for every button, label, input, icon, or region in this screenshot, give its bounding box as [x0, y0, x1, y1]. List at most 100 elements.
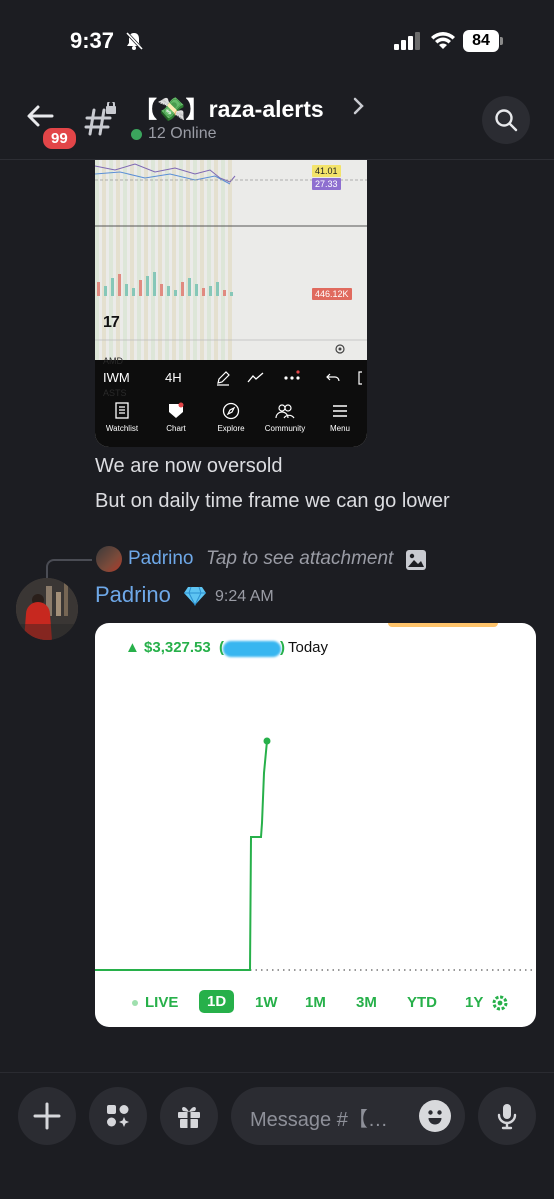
- background-stripe: [179, 160, 183, 360]
- search-icon: [495, 109, 518, 132]
- range-1w[interactable]: 1W: [255, 994, 278, 1011]
- gem-icon: [184, 586, 206, 606]
- settings-gear-icon[interactable]: [491, 994, 509, 1012]
- tab-label: Watchlist: [105, 424, 139, 433]
- clock: 9:37: [70, 28, 115, 53]
- online-status-dot: [131, 129, 142, 140]
- message-input[interactable]: Message #【…: [231, 1087, 465, 1145]
- wifi-icon: [431, 32, 455, 49]
- message-text: We are now oversold: [95, 455, 283, 477]
- portfolio-screenshot[interactable]: ▲ $3,327.53 ( ) Today LIVE 1D 1W 1M 3M Y…: [95, 623, 536, 1027]
- tab-menu[interactable]: Menu: [313, 402, 367, 433]
- battery-level: 84: [463, 30, 499, 52]
- volume-bar: [209, 286, 212, 296]
- volume-bar: [153, 272, 156, 296]
- tradingview-screenshot[interactable]: 41.01 27.33 446.12K 17 AMD ASTS IWM 4H W…: [95, 160, 367, 447]
- volume-bar: [160, 284, 163, 296]
- channel-name[interactable]: 【💸】raza-alerts: [134, 90, 324, 124]
- drawing-tool-icon[interactable]: [247, 370, 265, 386]
- compass-icon: [222, 402, 240, 420]
- add-attachment-button[interactable]: [18, 1087, 76, 1145]
- hidden-ticker: ASTS: [103, 388, 127, 398]
- background-stripe: [144, 160, 148, 360]
- battery-tip: [500, 37, 503, 45]
- tradingview-tabbar: Watchlist Chart Explore Community Menu: [95, 398, 367, 447]
- background-stripe: [137, 160, 141, 360]
- volume-bar: [132, 288, 135, 296]
- settings-gear-icon[interactable]: [334, 343, 346, 355]
- reply-preview[interactable]: Tap to see attachment: [206, 548, 393, 570]
- plus-icon: [33, 1102, 61, 1130]
- volume-bar: [118, 274, 121, 296]
- volume-bar: [174, 290, 177, 296]
- volume-bar: [188, 278, 191, 296]
- gain-amount: ▲ $3,327.53: [125, 639, 211, 656]
- background-stripe: [151, 160, 155, 360]
- avatar-photo: [16, 578, 78, 640]
- pencil-icon[interactable]: [215, 370, 231, 386]
- search-button[interactable]: [482, 96, 530, 144]
- community-icon: [275, 404, 295, 419]
- undo-icon[interactable]: [326, 370, 340, 386]
- tab-watchlist[interactable]: Watchlist: [95, 402, 149, 433]
- tradingview-toolbar: AMD ASTS IWM 4H: [95, 356, 367, 398]
- range-live[interactable]: LIVE: [145, 994, 178, 1011]
- voice-message-button[interactable]: [478, 1087, 536, 1145]
- interval-button[interactable]: 4H: [165, 370, 182, 385]
- locked-channel-icon: [84, 102, 116, 136]
- tab-chart[interactable]: Chart: [149, 402, 203, 433]
- range-1y[interactable]: 1Y: [465, 994, 483, 1011]
- volume-bar: [125, 284, 128, 296]
- background-stripe: [200, 160, 204, 360]
- background-stripe: [221, 160, 225, 360]
- background-stripe: [158, 160, 162, 360]
- microphone-icon: [497, 1104, 517, 1130]
- volume-bar: [146, 276, 149, 296]
- chevron-right-icon[interactable]: [352, 96, 366, 116]
- range-1d[interactable]: 1D: [199, 990, 235, 1013]
- channel-header: 99 【💸】raza-alerts 12 Online: [0, 80, 554, 160]
- tradingview-chart: [95, 160, 367, 360]
- timestamp: 9:24 AM: [215, 588, 274, 605]
- tab-label: Community: [264, 424, 306, 433]
- reply-avatar[interactable]: [96, 546, 122, 572]
- background-stripe: [214, 160, 218, 360]
- emoji-button[interactable]: [419, 1100, 451, 1132]
- range-ytd[interactable]: YTD: [407, 994, 437, 1011]
- volume-bar: [216, 282, 219, 296]
- apps-icon: [107, 1105, 129, 1127]
- background-stripe: [123, 160, 127, 360]
- author-name[interactable]: Padrino: [95, 582, 171, 608]
- range-3m[interactable]: 3M: [356, 994, 377, 1011]
- more-icon[interactable]: [283, 370, 301, 386]
- tab-community[interactable]: Community: [258, 402, 312, 433]
- fullscreen-icon[interactable]: [358, 370, 367, 386]
- range-1m[interactable]: 1M: [305, 994, 326, 1011]
- background-stripe: [186, 160, 190, 360]
- reply-author[interactable]: Padrino: [128, 548, 194, 570]
- background-stripe: [193, 160, 197, 360]
- symbol-button[interactable]: IWM: [103, 370, 130, 385]
- tab-explore[interactable]: Explore: [204, 402, 258, 433]
- apps-button[interactable]: [89, 1087, 147, 1145]
- paren: ): [280, 639, 285, 656]
- price-label-purple: 27.33: [312, 178, 341, 190]
- tradingview-logo: 17: [103, 314, 120, 331]
- volume-bar: [167, 286, 170, 296]
- redacted-percentage: [223, 641, 281, 657]
- avatar[interactable]: [16, 578, 78, 640]
- background-stripe: [95, 160, 99, 360]
- volume-label: 446.12K: [312, 288, 352, 300]
- volume-bar: [230, 292, 233, 296]
- background-stripe: [165, 160, 169, 360]
- volume-bar: [139, 280, 142, 296]
- gift-button[interactable]: [160, 1087, 218, 1145]
- image-icon: [406, 550, 426, 570]
- gift-icon: [178, 1106, 200, 1128]
- tab-label: Menu: [329, 424, 350, 433]
- smiley-icon: [428, 1110, 442, 1125]
- unread-badge: 99: [40, 125, 79, 152]
- period-label: Today: [288, 639, 329, 656]
- background-stripe: [130, 160, 134, 360]
- volume-bar: [104, 286, 107, 296]
